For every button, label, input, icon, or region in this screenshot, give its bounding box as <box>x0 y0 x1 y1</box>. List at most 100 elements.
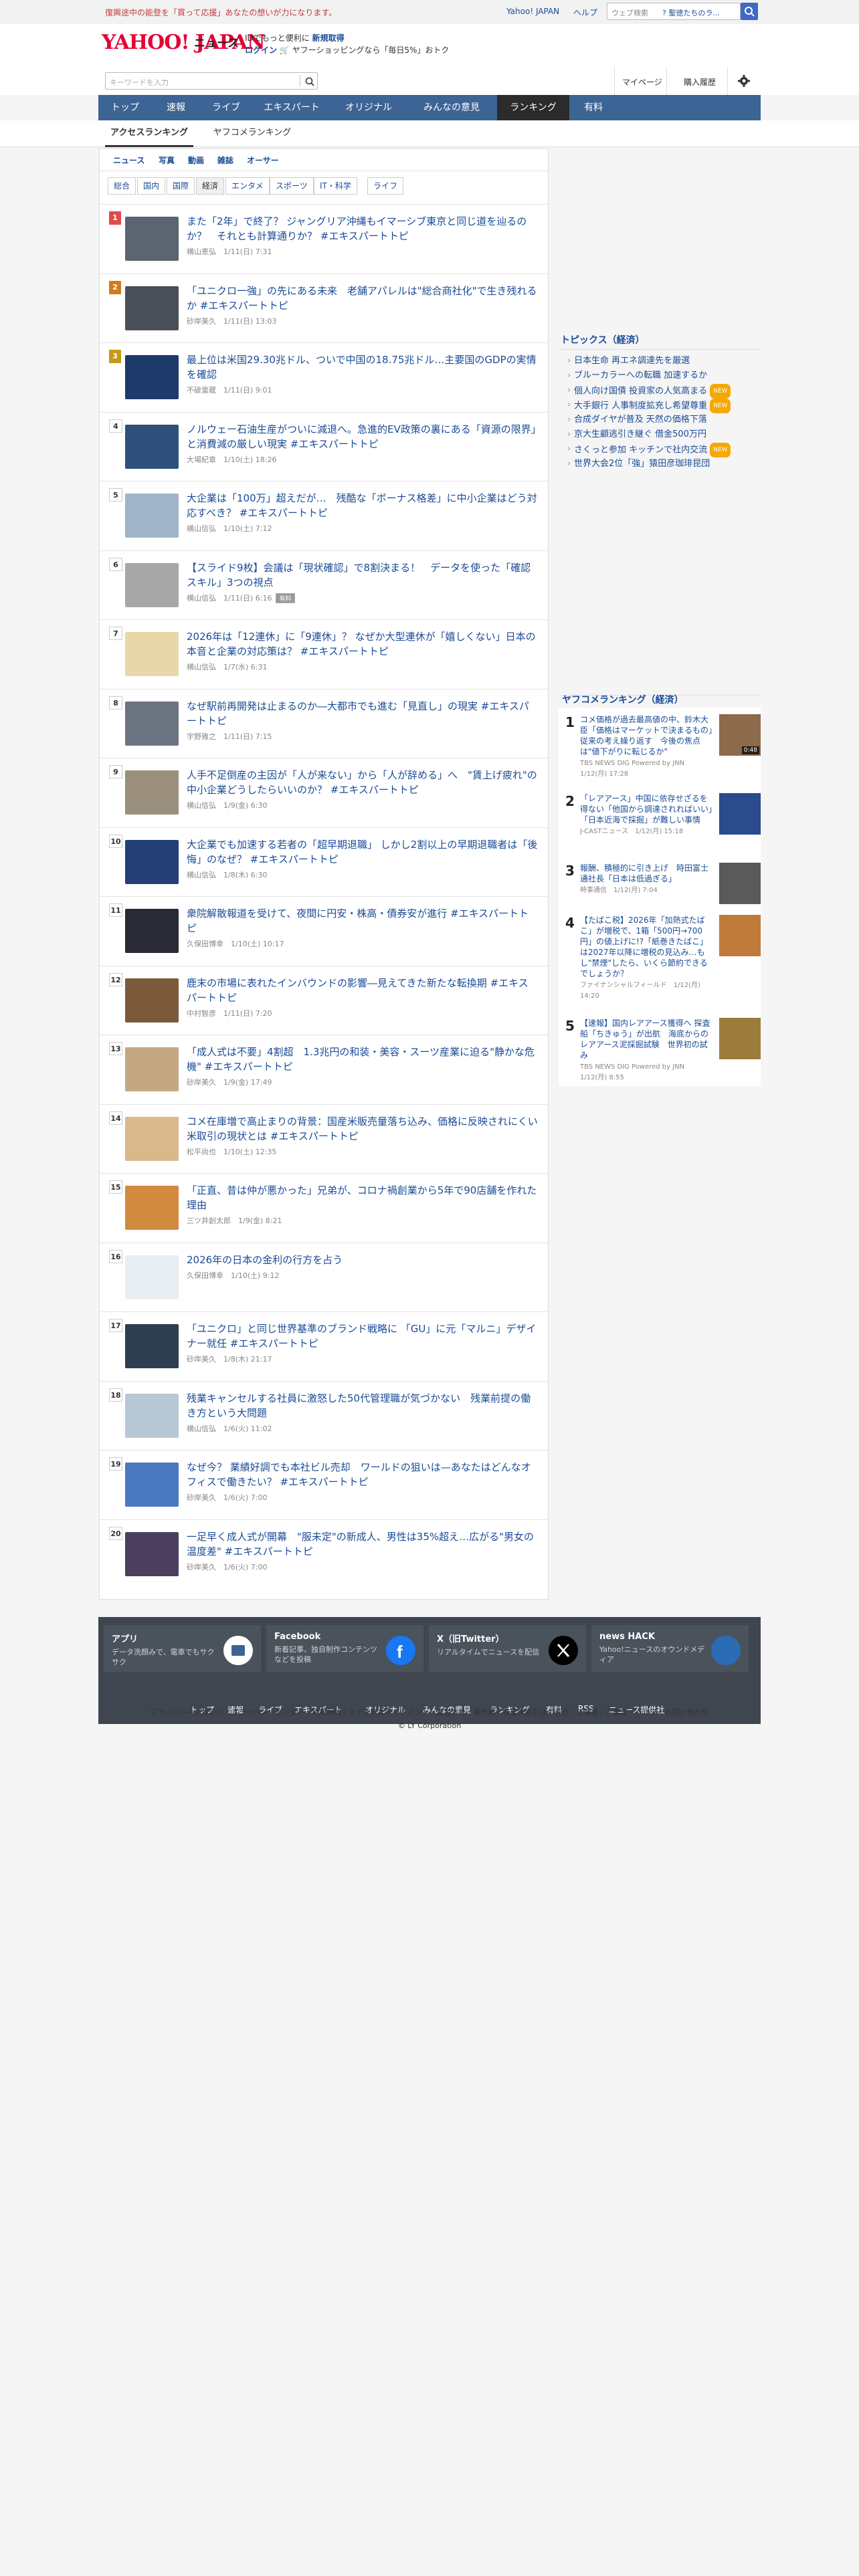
ranking-item[interactable]: 4 ノルウェー石油生産がついに減退へ。急進的EV政策の裏にある「資源の限界」と消費… <box>100 411 548 481</box>
ranking-item[interactable]: 9 人手不足倒産の主因が「人が来ない」から「人が辞める」へ "賃上げ疲れ"の中小企… <box>100 758 548 827</box>
article-title[interactable]: 最上位は米国29.30兆ドル、ついで中国の18.75兆ドル…主要国のGDPの実情… <box>187 352 538 382</box>
search-suggest[interactable]: ? 聖徳たちのラ... <box>662 7 720 18</box>
category-photos[interactable]: 写真 <box>159 154 175 166</box>
article-title[interactable]: 「成人式は不要」4割超 1.3兆円の和装・美容・スーツ産業に迫る"静かな危機" … <box>187 1045 538 1074</box>
article-title[interactable]: 一足早く成人式が開幕 "服未定"の新成人、男性は35%超え…広がる"男女の温度差… <box>187 1529 538 1559</box>
comment-article-text[interactable]: 【速報】国内レアアース獲得へ 探査船「ちきゅう」が出航 海底からのレアアース泥採… <box>580 1018 710 1060</box>
tab-comment-ranking[interactable]: ヤフコメランキング <box>205 120 299 147</box>
article-thumbnail[interactable] <box>125 494 179 538</box>
ranking-item[interactable]: 20 一足早く成人式が開幕 "服未定"の新成人、男性は35%超え…広がる"男女の温… <box>100 1519 548 1589</box>
article-thumbnail[interactable] <box>125 217 179 261</box>
ranking-item[interactable]: 18 残業キャンセルする社員に激怒した50代管理職が気づかない 残業前提の働き方と… <box>100 1380 548 1451</box>
ranking-item[interactable]: 3 最上位は米国29.30兆ドル、ついで中国の18.75兆ドル…主要国のGDPの実… <box>100 342 548 412</box>
ranking-item[interactable]: 16 2026年の日本の金利の行方を占う 久保田博幸 1/10(土) 9:12 <box>100 1242 548 1312</box>
comment-ranking-item[interactable]: 4 【たばこ税】2026年「加熱式たばこ」が増税で、1箱「500円→700円」の値… <box>559 915 761 1000</box>
ranking-item[interactable]: 1 また「2年」で終了？ ジャングリア沖縄もイマーシブ東京と同じ道を辿るのか？ そ… <box>100 204 548 274</box>
ranking-item[interactable]: 17 「ユニクロ」と同じ世界基準のブランド戦略に 「GU」に元「マルニ」デザイナー… <box>100 1311 548 1381</box>
topic-item[interactable]: ブルーカラーへの転職 加速するか <box>567 369 707 383</box>
comment-ranking-item[interactable]: 2 「レアアース」中国に依存せざるを得ない「他国から調達されればいい」「日本近海で… <box>559 793 761 860</box>
comment-article-title[interactable]: 【速報】国内レアアース獲得へ 探査船「ちきゅう」が出航 海底からのレアアース泥採… <box>580 1018 714 1083</box>
article-thumbnail[interactable] <box>125 1463 179 1507</box>
article-title[interactable]: 「正直、昔は仲が悪かった」兄弟が、コロナ禍創業から5年で90店舗を作れた理由 <box>187 1183 538 1212</box>
article-title[interactable]: 「ユニクロ一強」の先にある未来 老舗アパレルは"総合商社化"で生き残れるか #エ… <box>187 284 538 313</box>
genre-entertainment[interactable]: エンタメ <box>225 177 270 195</box>
ranking-item[interactable]: 6 【スライド9枚】会議は「現状確認」で8割決まる！ データを使った「確認スキル」… <box>100 550 548 620</box>
comment-article-title[interactable]: 「レアアース」中国に依存せざるを得ない「他国から調達されればいい」「日本近海で採… <box>580 793 714 837</box>
article-thumbnail[interactable] <box>125 562 179 607</box>
header-link-yahoo[interactable]: Yahoo! JAPAN <box>506 7 559 16</box>
topic-item[interactable]: 合成ダイヤが普及 天然の価格下落 <box>567 413 707 427</box>
article-thumbnail[interactable] <box>125 424 179 469</box>
genre-sports[interactable]: スポーツ <box>270 177 314 195</box>
ranking-item[interactable]: 19 なぜ今？ 業績好調でも本社ビル売却 ワールドの狙いは—あなたはどんなオフィス… <box>100 1450 548 1519</box>
nav-live[interactable]: ライブ <box>200 95 252 120</box>
topic-link[interactable]: 京大生顧逃引き継ぐ 借金500万円 <box>574 429 706 439</box>
article-thumbnail[interactable] <box>125 1186 179 1230</box>
topic-link[interactable]: ブルーカラーへの転職 加速するか <box>574 370 707 381</box>
ranking-item[interactable]: 14 コメ在庫増で高止まりの背景：国産米販売量落ち込み、価格に反映されにくい米取引… <box>100 1103 548 1174</box>
article-thumbnail[interactable] <box>125 1531 179 1576</box>
news-search-input[interactable]: キーワードを入力 <box>105 72 318 90</box>
comment-article-text[interactable]: 報酬、積極的に引き上げ 時田富士通社長「日本は低過ぎる」 <box>580 863 708 883</box>
article-title[interactable]: なぜ今？ 業績好調でも本社ビル売却 ワールドの狙いは—あなたはどんなオフィスで働… <box>187 1460 538 1489</box>
topic-link[interactable]: 個人向け国債 投資家の人気高まる <box>574 387 707 397</box>
nav-opinions[interactable]: みんなの意見 <box>406 95 497 120</box>
comment-article-thumbnail[interactable] <box>719 915 761 956</box>
genre-life[interactable]: ライフ <box>367 177 404 195</box>
footer-facebook-box[interactable]: Facebook 新着記事、独自制作コンテンツなどを投稿 f <box>266 1625 423 1672</box>
genre-economy[interactable]: 経済 <box>196 177 225 195</box>
topic-item[interactable]: さくっと参加 キッチンで社内交流NEW <box>567 443 731 457</box>
comment-article-thumbnail[interactable] <box>719 863 761 904</box>
comment-article-thumbnail[interactable]: 0:48 <box>719 714 761 756</box>
article-thumbnail[interactable] <box>125 1116 179 1161</box>
legal-links[interactable]: プライバシーポリシー・プライバシーセンター・利用規約・メディアステートメント・運… <box>98 1707 761 1717</box>
article-title[interactable]: 「ユニクロ」と同じ世界基準のブランド戦略に 「GU」に元「マルニ」デザイナー就任… <box>187 1321 538 1351</box>
web-search-button[interactable] <box>741 3 758 20</box>
topic-item[interactable]: 世界大会2位「強」猿田彦珈琲昆団 <box>567 457 710 471</box>
ranking-item[interactable]: 12 鹿末の市場に表れたインバウンドの影響―見えてきた新たな転換期 #エキスパート… <box>100 965 548 1035</box>
category-authors[interactable]: オーサー <box>247 154 279 166</box>
article-title[interactable]: 残業キャンセルする社員に激怒した50代管理職が気づかない 残業前提の働き方という… <box>187 1391 538 1420</box>
article-thumbnail[interactable] <box>125 909 179 953</box>
comment-article-title[interactable]: 【たばこ税】2026年「加熱式たばこ」が増税で、1箱「500円→700円」の値上… <box>580 915 714 1002</box>
article-title[interactable]: コメ在庫増で高止まりの背景：国産米販売量落ち込み、価格に反映されにくい米取引の現… <box>187 1114 538 1144</box>
nav-breaking[interactable]: 速報 <box>152 95 200 120</box>
nav-expert[interactable]: エキスパート <box>252 95 331 120</box>
article-title[interactable]: なぜ駅前再開発は止まるのか―大都市でも進む「見直し」の現実 #エキスパートトピ <box>187 699 538 728</box>
ranking-item[interactable]: 2 「ユニクロ一強」の先にある未来 老舗アパレルは"総合商社化"で生き残れるか #… <box>100 273 548 343</box>
ranking-item[interactable]: 8 なぜ駅前再開発は止まるのか―大都市でも進む「見直し」の現実 #エキスパートトピ… <box>100 688 548 758</box>
article-thumbnail[interactable] <box>125 1047 179 1091</box>
purchase-history-link[interactable]: 購入履歴 <box>684 76 716 88</box>
ranking-item[interactable]: 15 「正直、昔は仲が悪かった」兄弟が、コロナ禍創業から5年で90店舗を作れた理由… <box>100 1173 548 1243</box>
article-title[interactable]: ノルウェー石油生産がついに減退へ。急進的EV政策の裏にある「資源の限界」と消費減… <box>187 422 538 451</box>
genre-international[interactable]: 国際 <box>167 177 195 195</box>
category-magazines[interactable]: 雑誌 <box>217 154 233 166</box>
article-thumbnail[interactable] <box>125 701 179 746</box>
topic-item[interactable]: 個人向け国債 投資家の人気高まるNEW <box>567 384 731 399</box>
article-thumbnail[interactable] <box>125 1324 179 1368</box>
comment-article-thumbnail[interactable] <box>719 793 761 835</box>
article-thumbnail[interactable] <box>125 1393 179 1438</box>
ranking-item[interactable]: 10 大企業でも加速する若者の「超早期退職」 しかし2割以上の早期退職者は「後悔」… <box>100 827 548 897</box>
ranking-item[interactable]: 7 2026年は「12連休」に「9連休」？ なぜか大型連休が「嬉しくない」日本の本… <box>100 619 548 689</box>
shopping-promo[interactable]: ヤフーショッピングなら「毎日5%」おトク <box>292 45 450 55</box>
article-title[interactable]: また「2年」で終了？ ジャングリア沖縄もイマーシブ東京と同じ道を辿るのか？ それ… <box>187 214 538 243</box>
topic-link[interactable]: 世界大会2位「強」猿田彦珈琲昆団 <box>574 459 710 469</box>
nav-top[interactable]: トップ <box>98 95 152 120</box>
article-thumbnail[interactable] <box>125 770 179 815</box>
comment-article-text[interactable]: 【たばこ税】2026年「加熱式たばこ」が増税で、1箱「500円→700円」の値上… <box>580 916 708 978</box>
ranking-item[interactable]: 5 大企業は「100万」超えだが… 残酷な「ボーナス格差」に中小企業はどう対応すべ… <box>100 481 548 550</box>
comment-ranking-item[interactable]: 1 コメ価格が過去最高値の中、鈴木大臣「価格はマーケットで決まるもの」従来の考え繰… <box>559 714 761 781</box>
nav-ranking[interactable]: ランキング <box>497 95 569 120</box>
article-thumbnail[interactable] <box>125 1255 179 1299</box>
category-news[interactable]: ニュース <box>113 154 145 166</box>
signup-link[interactable]: 新規取得 <box>312 33 345 43</box>
news-brand-name[interactable]: ニュース <box>194 33 239 50</box>
article-title[interactable]: 人手不足倒産の主因が「人が来ない」から「人が辞める」へ "賃上げ疲れ"の中小企業… <box>187 768 538 797</box>
category-videos[interactable]: 動画 <box>188 154 204 166</box>
topic-link[interactable]: さくっと参加 キッチンで社内交流 <box>574 445 707 455</box>
article-title[interactable]: 大企業は「100万」超えだが… 残酷な「ボーナス格差」に中小企業はどう対応すべき… <box>187 491 538 520</box>
article-title[interactable]: 2026年は「12連休」に「9連休」？ なぜか大型連休が「嬉しくない」日本の本音… <box>187 629 538 659</box>
yahoo-logo[interactable]: YAHOO! JAPAN <box>102 31 266 54</box>
nav-paid[interactable]: 有料 <box>569 95 617 120</box>
